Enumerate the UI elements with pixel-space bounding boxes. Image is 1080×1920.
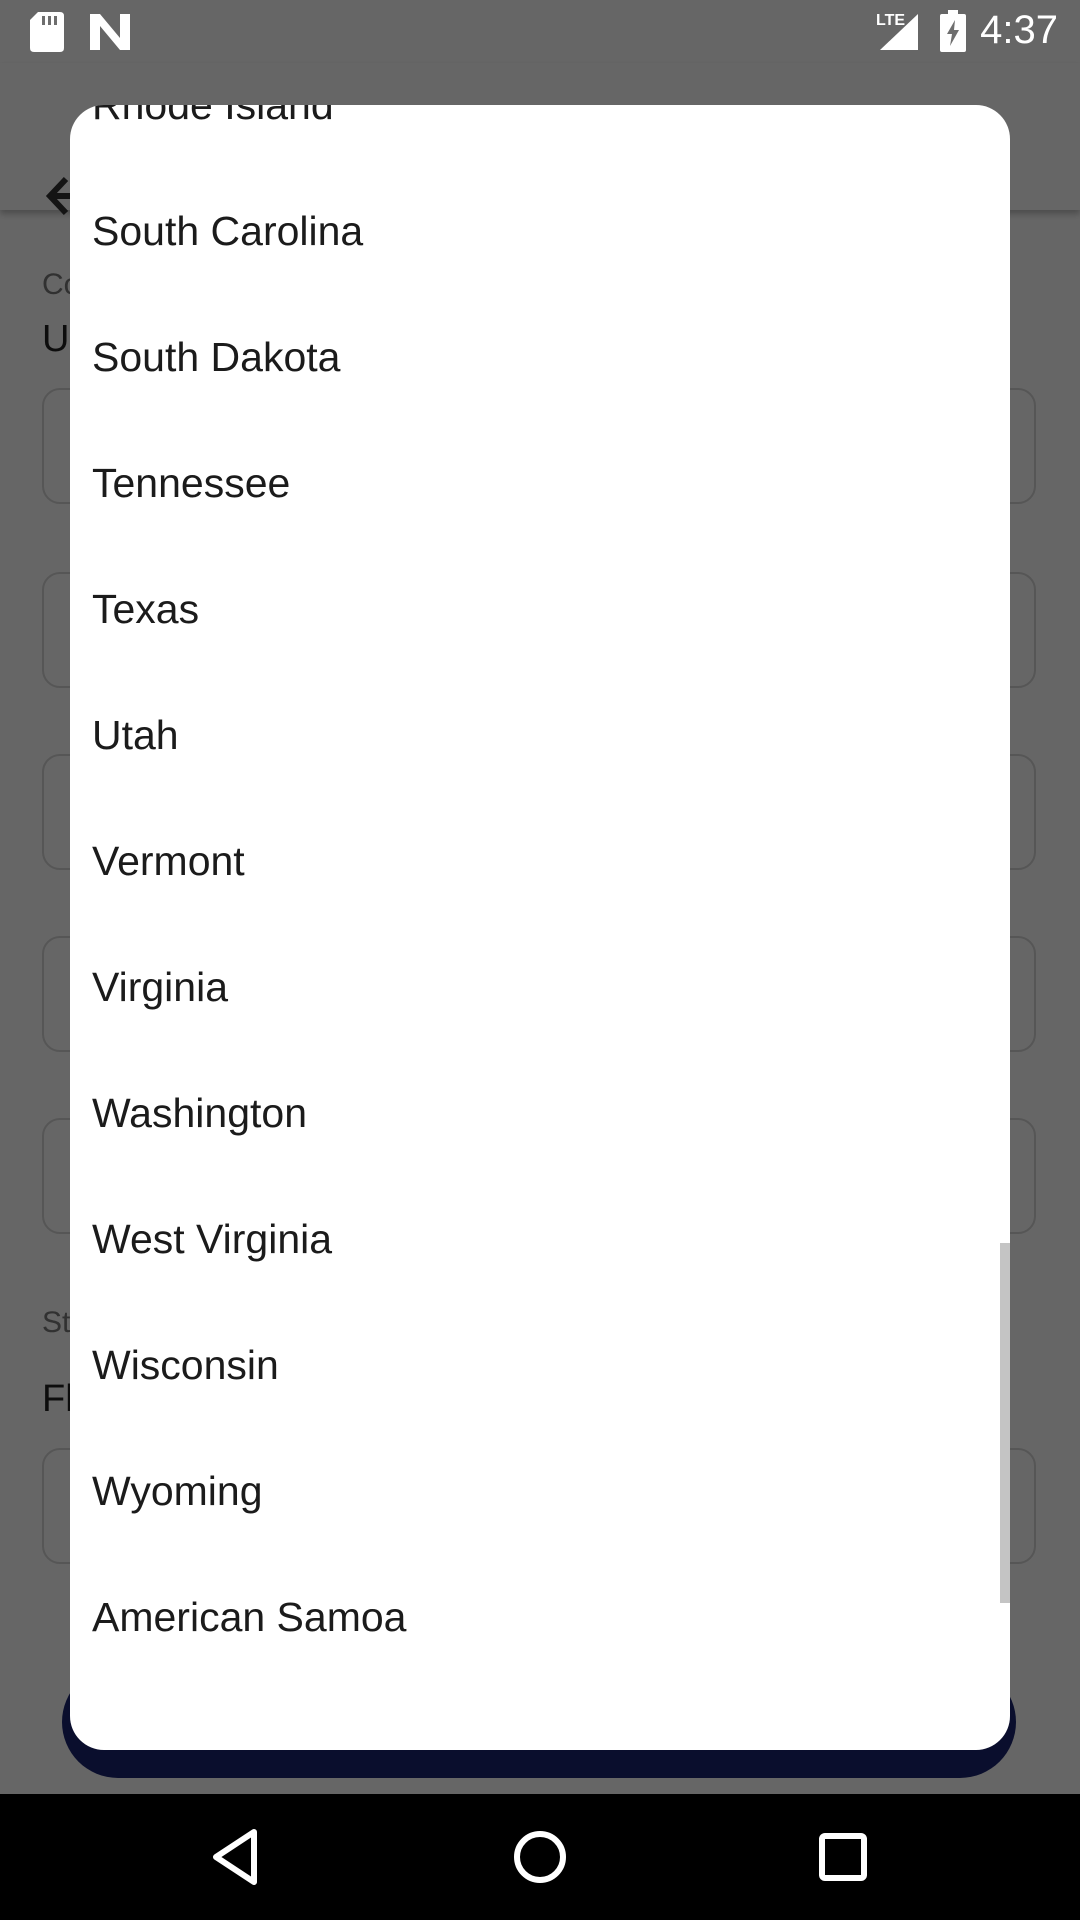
list-item[interactable]: Utah — [70, 672, 1010, 798]
state-list: Rhode Island South Carolina South Dakota… — [70, 105, 1010, 1680]
navigation-bar — [0, 1794, 1080, 1920]
list-item[interactable]: South Dakota — [70, 294, 1010, 420]
list-item[interactable]: Wisconsin — [70, 1302, 1010, 1428]
list-item[interactable]: West Virginia — [70, 1176, 1010, 1302]
clock: 4:37 — [980, 8, 1058, 52]
list-item[interactable]: South Carolina — [70, 168, 1010, 294]
list-item[interactable]: Washington — [70, 1050, 1010, 1176]
list-item[interactable]: Texas — [70, 546, 1010, 672]
list-item[interactable]: Tennessee — [70, 420, 1010, 546]
home-icon[interactable] — [505, 1822, 575, 1892]
scrollbar-thumb[interactable] — [1000, 1243, 1010, 1603]
list-item[interactable]: Vermont — [70, 798, 1010, 924]
n-notification-icon — [90, 14, 130, 50]
list-item[interactable]: Virginia — [70, 924, 1010, 1050]
list-item[interactable]: Rhode Island — [70, 105, 1010, 168]
state-picker-dialog: Rhode Island South Carolina South Dakota… — [70, 105, 1010, 1750]
list-item[interactable]: American Samoa — [70, 1554, 1010, 1680]
recents-icon[interactable] — [808, 1822, 878, 1892]
signal-icon — [880, 14, 918, 50]
sd-card-icon — [30, 12, 64, 52]
back-icon[interactable] — [202, 1822, 272, 1892]
list-item[interactable]: Wyoming — [70, 1428, 1010, 1554]
status-bar: LTE 4:37 — [0, 0, 1080, 63]
battery-charging-icon — [940, 10, 966, 52]
